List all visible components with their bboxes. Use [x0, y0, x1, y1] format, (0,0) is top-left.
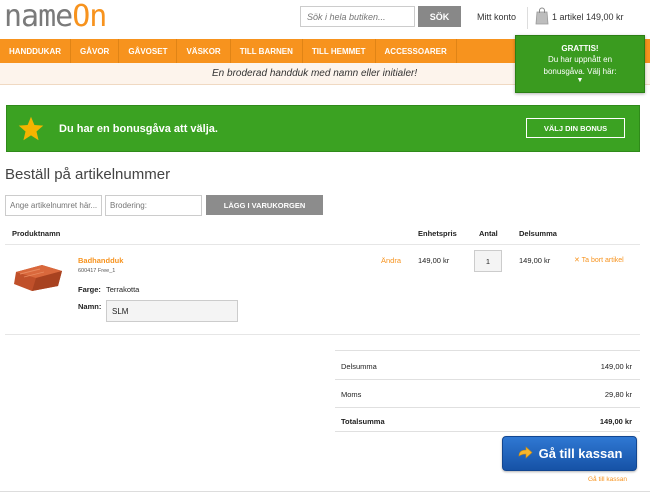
checkout-button[interactable]: Gå till kassan	[502, 436, 637, 471]
totals-divider-2	[335, 407, 640, 408]
header-divider	[527, 7, 528, 29]
checkout-link[interactable]: Gå till kassan	[588, 476, 627, 483]
nav-item-gavoset[interactable]: GÅVOSET	[119, 39, 178, 63]
column-header-subtotal: Delsumma	[519, 229, 557, 238]
nav-item-accessoarer[interactable]: ACCESSOARER	[376, 39, 457, 63]
nav-item-till-barnen[interactable]: TILL BARNEN	[231, 39, 303, 63]
towel-product-image[interactable]	[12, 262, 64, 292]
site-header: nameOn SÖK Mitt konto 1 artikel 149,00 k…	[0, 0, 650, 38]
popup-line-1: Du har uppnått en	[547, 55, 613, 64]
nav-item-till-hemmet[interactable]: TILL HEMMET	[303, 39, 376, 63]
table-row-divider	[5, 334, 640, 335]
nav-item-handdukar[interactable]: HANDDUKAR	[0, 39, 71, 63]
grand-total-value: 149,00 kr	[599, 417, 632, 426]
choose-bonus-button[interactable]: VÄLJ DIN BONUS	[526, 118, 625, 138]
totals-top-divider	[335, 350, 640, 351]
remove-item-link[interactable]: ✕ Ta bort artikel	[574, 256, 624, 264]
product-color-label: Farge:	[78, 285, 101, 294]
unit-price: 149,00 kr	[418, 256, 450, 265]
product-sku: 600417 Free_1	[78, 268, 116, 274]
popup-title: GRATTIS!	[561, 44, 599, 53]
search-input[interactable]	[300, 6, 415, 27]
subtotal-label: Delsumma	[341, 362, 377, 371]
edit-item-link[interactable]: Ändra	[381, 256, 401, 265]
site-logo[interactable]: nameOn	[4, 0, 107, 34]
logo-accent-text: On	[72, 0, 107, 34]
product-name-link[interactable]: Badhandduk	[78, 256, 123, 265]
order-by-article-title: Beställ på artikelnummer	[5, 166, 171, 183]
row-subtotal: 149,00 kr	[519, 256, 551, 265]
column-header-unit-price: Enhetspris	[418, 229, 457, 238]
arrow-right-icon	[518, 445, 533, 459]
search-button[interactable]: SÖK	[418, 6, 461, 27]
column-header-qty: Antal	[479, 229, 498, 238]
bonus-banner-text: Du har en bonusgåva att välja.	[59, 123, 218, 135]
embroidery-name-label: Namn:	[78, 302, 102, 311]
subtotal-value: 149,00 kr	[600, 362, 632, 371]
embroidery-input[interactable]	[105, 195, 202, 216]
tax-label: Moms	[341, 390, 362, 399]
grand-total-label: Totalsumma	[341, 417, 385, 426]
popup-line-2: bonusgåva. Välj här:	[543, 67, 617, 76]
totals-bottom-divider	[335, 431, 640, 432]
tagline-text: En broderad handduk med namn eller initi…	[212, 68, 418, 79]
product-color-value: Terrakotta	[106, 285, 140, 294]
add-to-cart-button[interactable]: LÄGG I VARUKORGEN	[206, 195, 323, 215]
checkout-button-label: Gå till kassan	[538, 446, 623, 461]
column-header-product: Produktnamn	[12, 229, 61, 238]
bonus-popup[interactable]: GRATTIS! Du har uppnått en bonusgåva. Vä…	[515, 35, 645, 93]
nav-item-gavor[interactable]: GÅVOR	[71, 39, 120, 63]
totals-divider-1	[335, 379, 640, 380]
embroidery-name-field[interactable]: SLM	[106, 300, 238, 322]
quantity-input[interactable]: 1	[474, 250, 502, 272]
bonus-banner: Du har en bonusgåva att välja. VÄLJ DIN …	[6, 105, 640, 152]
chevron-down-icon[interactable]: ▼	[516, 77, 644, 84]
nav-item-vaskor[interactable]: VÄSKOR	[177, 39, 231, 63]
footer-divider	[0, 491, 650, 492]
my-account-link[interactable]: Mitt konto	[477, 12, 516, 22]
tax-value: 29,80 kr	[604, 390, 632, 399]
article-number-input[interactable]	[5, 195, 102, 216]
cart-summary[interactable]: 1 artikel 149,00 kr	[552, 12, 624, 22]
logo-main-text: name	[4, 0, 73, 34]
star-icon	[18, 116, 44, 141]
shopping-bag-icon[interactable]	[535, 7, 549, 25]
table-header-divider	[5, 244, 640, 245]
